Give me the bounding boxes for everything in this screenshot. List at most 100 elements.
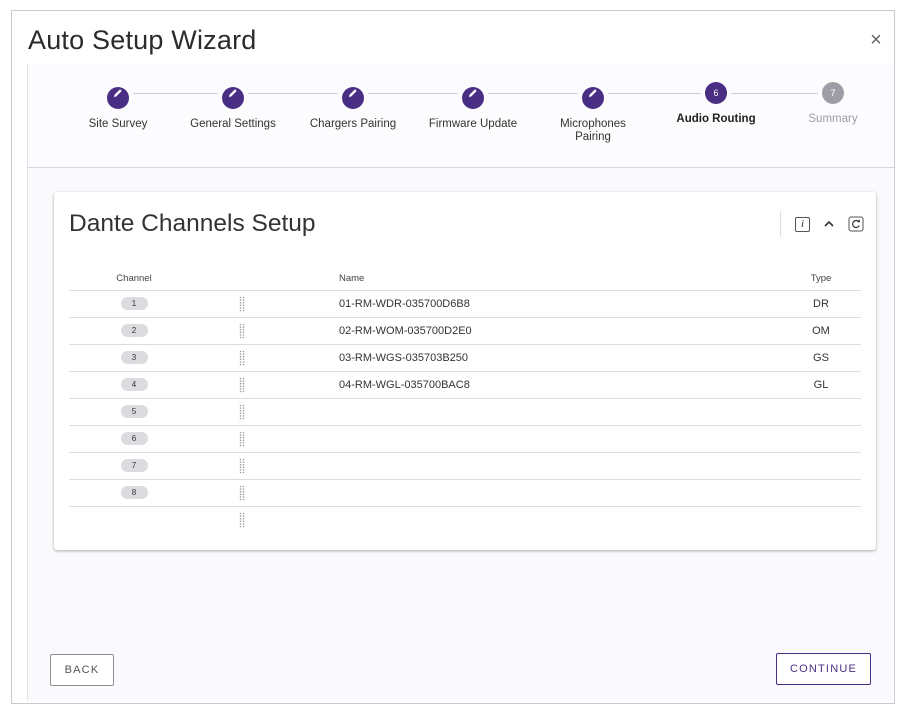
drag-handle-cell [199,317,335,345]
step-label: Chargers Pairing [309,118,397,130]
step-site-survey[interactable]: Site Survey [58,82,178,131]
drag-handle-icon[interactable] [239,431,245,447]
drag-handle-icon[interactable] [239,485,245,501]
wizard-content: Site Survey General Settings Chargers Pair… [27,64,894,701]
step-number: 6 [705,82,727,104]
table-row[interactable]: 8 [69,479,861,507]
header-channel: Channel [69,268,199,291]
chevron-up-icon[interactable] [822,217,836,231]
drag-handle-icon[interactable] [239,512,245,528]
channel-cell: 6 [69,425,199,453]
channel-cell [69,506,199,533]
table-row[interactable]: 3 03-RM-WGS-035703B250 GS [69,344,861,372]
dante-channels-card: Dante Channels Setup i Channel Name Type… [54,192,876,550]
channel-cell: 4 [69,371,199,399]
drag-handle-cell [199,479,335,507]
name-cell: 01-RM-WDR-035700D6B8 [335,290,781,318]
channel-chip: 8 [120,486,148,499]
step-chargers-pairing[interactable]: Chargers Pairing [293,82,413,131]
channels-table: Channel Name Type 1 01-RM-WDR-035700D6B8 D… [69,268,861,533]
edit-pencil-icon [222,87,244,109]
channel-chip: 3 [120,351,148,364]
step-firmware-update[interactable]: Firmware Update [413,82,533,131]
channel-chip: 2 [120,324,148,337]
refresh-icon[interactable] [848,216,864,232]
drag-handle-icon[interactable] [239,323,245,339]
drag-handle-icon[interactable] [239,458,245,474]
type-cell [781,479,861,507]
drag-handle-cell [199,290,335,318]
channel-cell: 2 [69,317,199,345]
type-cell [781,452,861,480]
dialog-title: Auto Setup Wizard [28,25,257,55]
step-audio-routing[interactable]: 6 Audio Routing [656,82,776,126]
info-icon[interactable]: i [795,216,810,232]
drag-handle-icon[interactable] [239,377,245,393]
channel-chip: 4 [120,378,148,391]
card-title: Dante Channels Setup [69,210,316,237]
type-cell: OM [781,317,861,345]
card-tools: i [780,209,864,239]
type-cell [781,425,861,453]
step-label: Audio Routing [676,113,756,125]
type-cell: DR [781,290,861,318]
channel-chip: 5 [120,405,148,418]
drag-handle-cell [199,452,335,480]
drag-handle-icon[interactable] [239,296,245,312]
channel-cell: 3 [69,344,199,372]
step-label: Site Survey [88,118,148,130]
type-cell [781,398,861,426]
step-summary[interactable]: 7 Summary [773,82,893,126]
channel-cell: 1 [69,290,199,318]
step-label: Firmware Update [428,118,518,130]
channel-chip: 6 [120,432,148,445]
close-icon[interactable]: × [866,30,886,51]
step-label: Microphones Pairing [560,118,626,143]
drag-handle-cell [199,506,335,533]
name-cell [335,479,781,507]
drag-handle-cell [199,371,335,399]
header-type: Type [781,268,861,291]
drag-handle-icon[interactable] [239,350,245,366]
wizard-dialog: Auto Setup Wizard × Site Survey General S… [11,10,895,704]
drag-handle-cell [199,425,335,453]
table-row[interactable]: 6 [69,425,861,453]
step-label: General Settings [190,118,276,130]
table-row[interactable]: 2 02-RM-WOM-035700D2E0 OM [69,317,861,345]
edit-pencil-icon [582,87,604,109]
drag-handle-icon[interactable] [239,404,245,420]
table-row[interactable]: 1 01-RM-WDR-035700D6B8 DR [69,290,861,318]
table-row[interactable]: 7 [69,452,861,480]
table-row[interactable]: 4 04-RM-WGL-035700BAC8 GL [69,371,861,399]
name-cell: 03-RM-WGS-035703B250 [335,344,781,372]
channel-cell: 7 [69,452,199,480]
edit-pencil-icon [107,87,129,109]
continue-button[interactable]: CONTINUE [776,653,871,685]
header-name: Name [335,268,781,291]
type-cell [781,506,861,533]
type-cell: GL [781,371,861,399]
step-general-settings[interactable]: General Settings [173,82,293,131]
step-microphones-pairing[interactable]: Microphones Pairing [533,82,653,144]
name-cell [335,452,781,480]
type-cell: GS [781,344,861,372]
header-handle [199,268,335,291]
back-button[interactable]: BACK [50,654,114,686]
channel-chip: 1 [120,297,148,310]
name-cell [335,506,781,533]
table-header-row: Channel Name Type [69,268,861,291]
edit-pencil-icon [462,87,484,109]
name-cell [335,398,781,426]
channel-chip: 7 [120,459,148,472]
stepper: Site Survey General Settings Chargers Pair… [28,64,894,168]
table-row[interactable]: 5 [69,398,861,426]
drag-handle-cell [199,344,335,372]
channel-cell: 5 [69,398,199,426]
name-cell: 04-RM-WGL-035700BAC8 [335,371,781,399]
table-body: 1 01-RM-WDR-035700D6B8 DR 2 02-RM-WOM-035700… [69,290,861,533]
step-number: 7 [822,82,844,104]
name-cell: 02-RM-WOM-035700D2E0 [335,317,781,345]
table-row[interactable] [69,506,861,533]
tool-separator [780,211,781,237]
edit-pencil-icon [342,87,364,109]
